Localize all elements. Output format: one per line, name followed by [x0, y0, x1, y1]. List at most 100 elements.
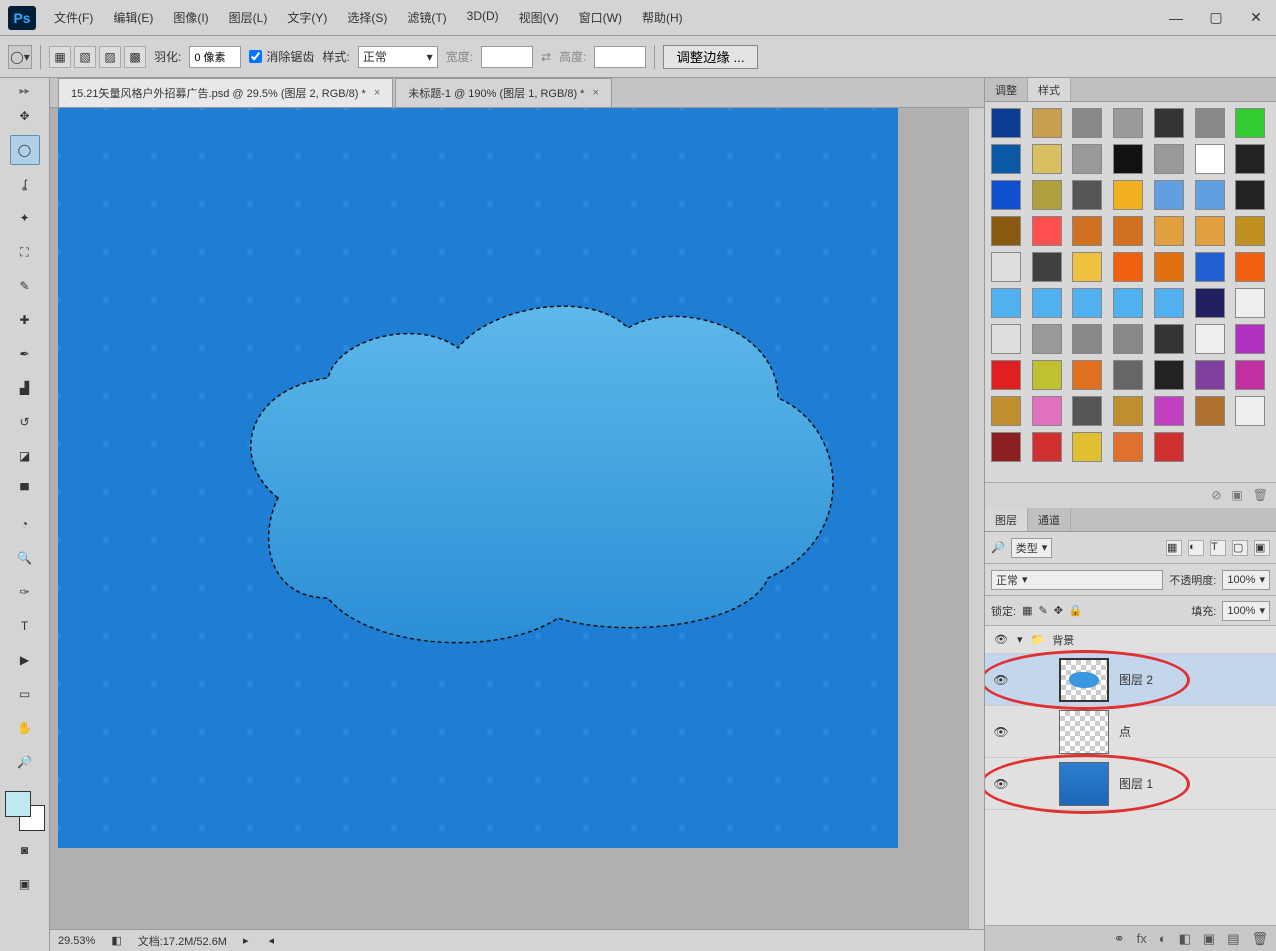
style-swatch[interactable]: [1072, 144, 1102, 174]
style-swatch[interactable]: [1072, 180, 1102, 210]
screenmode-tool[interactable]: ▣: [10, 869, 40, 899]
style-swatch[interactable]: [1235, 360, 1265, 390]
style-swatch[interactable]: [1235, 288, 1265, 318]
selection-new-icon[interactable]: ▦: [49, 46, 71, 68]
menu-edit[interactable]: 编辑(E): [103, 5, 163, 30]
visibility-icon[interactable]: 👁: [993, 632, 1009, 648]
tab-close-icon[interactable]: ×: [374, 87, 380, 99]
blur-tool[interactable]: ◔: [10, 509, 40, 539]
filter-type-icon[interactable]: T: [1210, 540, 1226, 556]
layer-name[interactable]: 图层 2: [1119, 671, 1153, 688]
fill-input[interactable]: 100%▾: [1222, 601, 1270, 621]
style-swatch[interactable]: [1113, 396, 1143, 426]
style-swatch[interactable]: [1235, 324, 1265, 354]
menu-view[interactable]: 视图(V): [509, 5, 569, 30]
style-swatch[interactable]: [1072, 108, 1102, 138]
healing-tool[interactable]: ✚: [10, 305, 40, 335]
style-swatch[interactable]: [1195, 252, 1225, 282]
window-minimize-button[interactable]: —: [1156, 3, 1196, 33]
style-swatch[interactable]: [1154, 324, 1184, 354]
style-swatch[interactable]: [991, 180, 1021, 210]
delete-layer-icon[interactable]: 🗑: [1251, 931, 1268, 947]
filter-pixel-icon[interactable]: ▦: [1166, 540, 1182, 556]
stamp-tool[interactable]: ▟: [10, 373, 40, 403]
filter-shape-icon[interactable]: ▢: [1232, 540, 1248, 556]
style-swatch[interactable]: [1072, 252, 1102, 282]
hand-tool[interactable]: ✋: [10, 713, 40, 743]
marquee-tool[interactable]: ◯: [10, 135, 40, 165]
group-toggle-icon[interactable]: ▾: [1017, 633, 1023, 646]
style-swatch[interactable]: [1113, 108, 1143, 138]
menu-file[interactable]: 文件(F): [44, 5, 103, 30]
path-select-tool[interactable]: ▶: [10, 645, 40, 675]
style-swatch[interactable]: [991, 252, 1021, 282]
style-swatch[interactable]: [1113, 360, 1143, 390]
type-tool[interactable]: T: [10, 611, 40, 641]
dodge-tool[interactable]: 🔍: [10, 543, 40, 573]
panel-tab-layers[interactable]: 图层: [985, 508, 1028, 531]
menu-image[interactable]: 图像(I): [163, 5, 218, 30]
panel-tab-styles[interactable]: 样式: [1028, 78, 1071, 101]
style-swatch[interactable]: [991, 216, 1021, 246]
hscrollbar-left-icon[interactable]: ◂: [269, 934, 275, 947]
style-swatch[interactable]: [1154, 180, 1184, 210]
style-swatch[interactable]: [1032, 432, 1062, 462]
lock-all-icon[interactable]: 🔒: [1069, 604, 1083, 617]
foreground-color-swatch[interactable]: [5, 791, 31, 817]
visibility-icon[interactable]: 👁: [993, 672, 1009, 688]
magic-wand-tool[interactable]: ✦: [10, 203, 40, 233]
style-swatch[interactable]: [1195, 324, 1225, 354]
lock-paint-icon[interactable]: ✎: [1038, 604, 1047, 617]
layer-fx-icon[interactable]: fx: [1137, 931, 1147, 946]
style-swatch[interactable]: [1235, 396, 1265, 426]
style-swatch[interactable]: [1154, 216, 1184, 246]
styles-new-icon[interactable]: ▣: [1231, 488, 1242, 502]
style-swatch[interactable]: [1195, 396, 1225, 426]
search-icon[interactable]: 🔎: [991, 541, 1005, 554]
style-swatch[interactable]: [1113, 216, 1143, 246]
selection-intersect-icon[interactable]: ▩: [124, 46, 146, 68]
style-swatch[interactable]: [1032, 324, 1062, 354]
brush-tool[interactable]: ✒: [10, 339, 40, 369]
style-swatch[interactable]: [1032, 144, 1062, 174]
lock-move-icon[interactable]: ✥: [1054, 604, 1063, 617]
style-swatch[interactable]: [1235, 216, 1265, 246]
style-swatch[interactable]: [1113, 432, 1143, 462]
style-select[interactable]: 正常▾: [358, 46, 438, 68]
menu-window[interactable]: 窗口(W): [569, 5, 632, 30]
document-tab-2[interactable]: 未标题-1 @ 190% (图层 1, RGB/8) * ×: [395, 78, 612, 107]
menu-type[interactable]: 文字(Y): [277, 5, 337, 30]
style-swatch[interactable]: [1113, 180, 1143, 210]
selection-add-icon[interactable]: ▧: [74, 46, 96, 68]
eraser-tool[interactable]: ◪: [10, 441, 40, 471]
style-swatch[interactable]: [1072, 432, 1102, 462]
style-swatch[interactable]: [1032, 288, 1062, 318]
style-swatch[interactable]: [991, 360, 1021, 390]
window-maximize-button[interactable]: ▢: [1196, 3, 1236, 33]
style-swatch[interactable]: [1032, 360, 1062, 390]
layer-row-dots[interactable]: 👁 点: [985, 706, 1276, 758]
style-swatch[interactable]: [1195, 108, 1225, 138]
shape-tool[interactable]: ▭: [10, 679, 40, 709]
selection-sub-icon[interactable]: ▨: [99, 46, 121, 68]
tab-close-icon[interactable]: ×: [592, 87, 598, 99]
style-swatch[interactable]: [991, 432, 1021, 462]
style-swatch[interactable]: [1113, 252, 1143, 282]
style-swatch[interactable]: [1154, 360, 1184, 390]
style-swatch[interactable]: [1195, 180, 1225, 210]
filter-smart-icon[interactable]: ▣: [1254, 540, 1270, 556]
zoom-tool[interactable]: 🔎: [10, 747, 40, 777]
lasso-tool[interactable]: ʆ: [10, 169, 40, 199]
style-swatch[interactable]: [1113, 288, 1143, 318]
gradient-tool[interactable]: ▀: [10, 475, 40, 505]
style-swatch[interactable]: [1235, 144, 1265, 174]
layer-thumb[interactable]: [1059, 762, 1109, 806]
layer-row-1[interactable]: 👁 图层 1: [985, 758, 1276, 810]
layer-row-2[interactable]: 👁 图层 2: [985, 654, 1276, 706]
menu-select[interactable]: 选择(S): [337, 5, 397, 30]
style-swatch[interactable]: [1154, 396, 1184, 426]
window-close-button[interactable]: ✕: [1236, 3, 1276, 33]
panel-tab-adjust[interactable]: 调整: [985, 78, 1028, 101]
style-swatch[interactable]: [1195, 288, 1225, 318]
style-swatch[interactable]: [1235, 180, 1265, 210]
